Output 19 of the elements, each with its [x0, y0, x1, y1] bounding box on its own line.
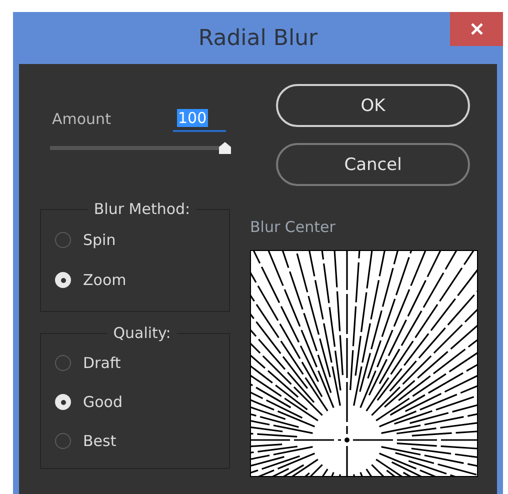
close-icon [470, 23, 482, 35]
close-button[interactable] [450, 12, 503, 46]
radio-button[interactable] [55, 432, 71, 449]
blur-center-label: Blur Center [250, 218, 336, 236]
group-title: Blur Method: [92, 200, 192, 218]
blur-center-preview[interactable] [250, 250, 478, 477]
radio-label[interactable]: Best [83, 432, 116, 450]
radio-label[interactable]: Draft [83, 354, 121, 372]
cancel-button[interactable]: Cancel [276, 143, 470, 186]
radio-label[interactable]: Zoom [83, 271, 126, 289]
radio-label[interactable]: Spin [83, 231, 116, 249]
group-title: Quality: [112, 324, 172, 342]
radio-button[interactable] [55, 355, 71, 372]
amount-label: Amount [52, 110, 111, 128]
radio-label[interactable]: Good [83, 393, 122, 411]
window-title: Radial Blur [198, 26, 318, 50]
radio-button[interactable] [55, 232, 71, 248]
slider-thumb[interactable] [218, 141, 232, 155]
ok-button[interactable]: OK [276, 84, 470, 127]
